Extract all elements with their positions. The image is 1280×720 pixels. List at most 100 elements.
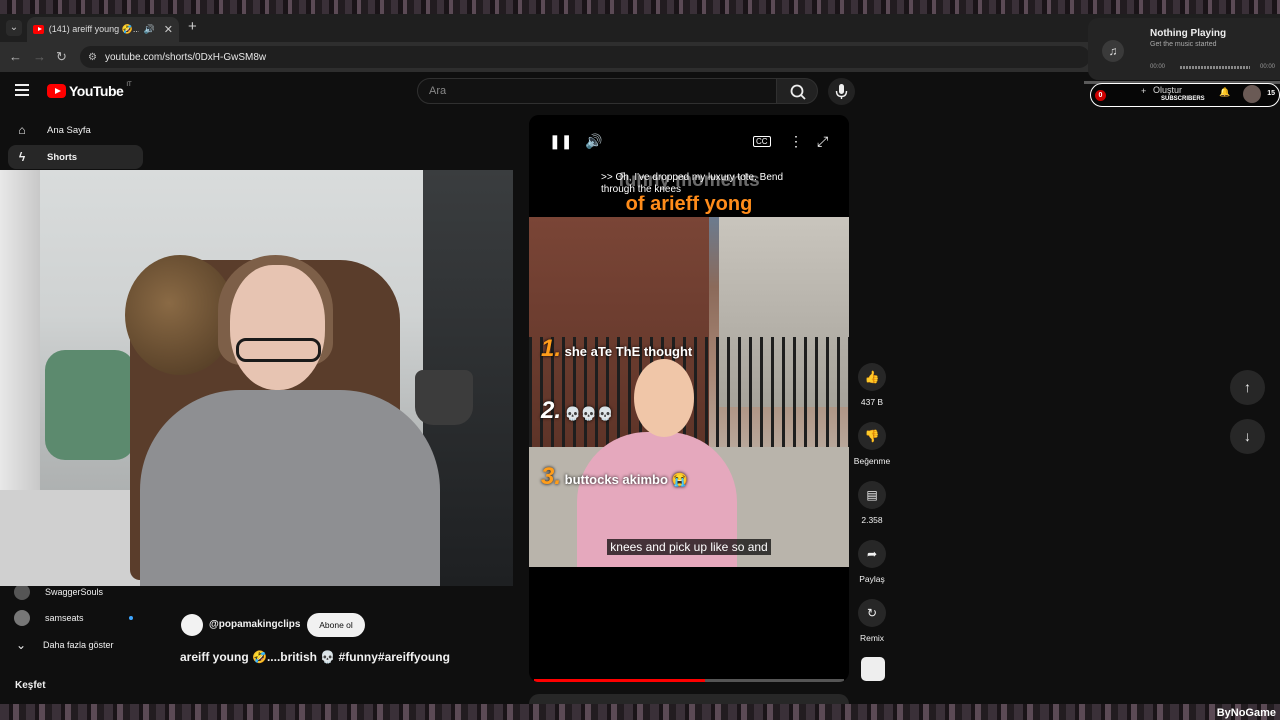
home-icon: ⌂ xyxy=(18,123,26,137)
music-time-start: 00:00 xyxy=(1150,64,1166,70)
list-item: 2. 💀💀💀 xyxy=(541,397,614,424)
hamburger-menu-icon[interactable] xyxy=(15,84,29,96)
remix-label: Remix xyxy=(859,633,885,643)
music-widget: ♫ Nothing Playing Get the music started … xyxy=(1088,18,1280,80)
create-plus-icon[interactable]: + xyxy=(1141,86,1146,96)
logo-text: YouTube xyxy=(69,83,124,99)
overlay-subtitle: of arieff yong xyxy=(625,193,753,215)
dislike-label: Beğenme xyxy=(853,456,891,466)
more-options-icon[interactable]: ⋮ xyxy=(789,133,803,150)
share-label: Paylaş xyxy=(859,574,885,584)
search-button[interactable] xyxy=(776,78,818,104)
top-noise-border xyxy=(0,0,1280,14)
avatar xyxy=(14,610,30,626)
subscriber-counter-overlay: 0 + Oluştur SUBSCRIBERS 🔔 15 xyxy=(1090,83,1280,107)
account-avatar[interactable] xyxy=(1243,85,1261,103)
shorts-player[interactable]: funny moments of arieff yong >> Oh, I've… xyxy=(529,115,849,682)
youtube-play-icon xyxy=(47,84,66,98)
video-frame: 1. she aTe ThE thought 2. 💀💀💀 3. buttock… xyxy=(529,217,849,567)
video-progress-bar[interactable] xyxy=(534,679,844,682)
comment-icon: ▤ xyxy=(858,481,886,509)
subscription-label: samseats xyxy=(45,613,84,623)
create-button-label[interactable]: Oluştur xyxy=(1153,85,1182,95)
watermark: ByNoGame xyxy=(1216,707,1276,719)
search-icon xyxy=(790,84,806,100)
music-progress-bar xyxy=(1180,66,1250,69)
captions-icon[interactable]: CC xyxy=(753,136,771,147)
tab-title: (141) areiff young 🤣....briti xyxy=(48,24,139,34)
browser-tab[interactable]: (141) areiff young 🤣....briti 🔊 ✕ xyxy=(27,17,179,42)
sidebar-item-shorts[interactable]: ϟ Shorts xyxy=(8,145,143,169)
sidebar-item-label: Shorts xyxy=(47,151,78,163)
chevron-down-icon: ⌄ xyxy=(15,638,27,652)
bottom-noise-border xyxy=(0,704,1280,720)
video-title: areiff young 🤣....british 💀 #funny#areif… xyxy=(180,650,450,664)
glasses xyxy=(236,338,321,362)
volume-icon[interactable]: 🔊 xyxy=(585,133,602,150)
voice-search-button[interactable] xyxy=(828,78,855,105)
like-count: 437 B xyxy=(860,397,884,407)
comments-button[interactable]: ▤ 2.358 xyxy=(852,481,892,525)
youtube-logo[interactable]: YouTube IT xyxy=(47,82,132,99)
url-field[interactable]: ⚙ youtube.com/shorts/0DxH-GwSM8w xyxy=(80,46,1090,68)
remix-icon: ↻ xyxy=(858,599,886,627)
share-icon: ➦ xyxy=(858,540,886,568)
subscribers-label: SUBSCRIBERS xyxy=(1161,96,1205,102)
streamer-body xyxy=(140,390,440,586)
notification-bell-icon[interactable]: 🔔 xyxy=(1219,87,1230,98)
share-button[interactable]: ➦ Paylaş xyxy=(852,540,892,584)
search-input[interactable]: Ara xyxy=(417,78,777,104)
url-text: youtube.com/shorts/0DxH-GwSM8w xyxy=(104,51,267,63)
dislike-button[interactable]: 👎 Beğenme xyxy=(852,422,892,466)
music-title: Nothing Playing xyxy=(1150,28,1227,39)
like-button[interactable]: 👍 437 B xyxy=(852,363,892,407)
tab-list-button[interactable]: ⌄ xyxy=(6,20,22,36)
next-short-button[interactable]: ↓ xyxy=(1230,419,1265,454)
thumbs-down-icon: 👎 xyxy=(858,422,886,450)
show-more-button[interactable]: ⌄ Daha fazla göster xyxy=(8,634,143,656)
left-counter: 0 xyxy=(1095,90,1106,101)
sidebar-item-label: Ana Sayfa xyxy=(47,124,91,136)
thumbs-up-icon: 👍 xyxy=(858,363,886,391)
forward-icon[interactable]: → xyxy=(33,49,46,64)
youtube-favicon-icon xyxy=(33,25,44,34)
list-item: 3. buttocks akimbo 😭 xyxy=(541,463,688,490)
video-progress-fill xyxy=(534,679,705,682)
previous-short-button[interactable]: ↑ xyxy=(1230,370,1265,405)
remix-button[interactable]: ↻ Remix xyxy=(852,599,892,643)
caption-top: >> Oh, I've dropped my luxury tote. Bend… xyxy=(599,172,799,196)
streamer-face xyxy=(230,265,325,390)
subscription-label: SwaggerSouls xyxy=(45,587,104,597)
country-code: IT xyxy=(126,82,132,88)
back-icon[interactable]: ← xyxy=(9,49,22,64)
video-top-band: funny moments of arieff yong >> Oh, I've… xyxy=(529,115,849,217)
pillow xyxy=(45,350,135,460)
webcam-overlay xyxy=(0,170,513,586)
site-settings-icon[interactable]: ⚙ xyxy=(88,52,97,63)
shorts-icon: ϟ xyxy=(18,150,26,164)
music-time-end: 00:00 xyxy=(1260,64,1276,70)
new-content-dot xyxy=(129,616,133,620)
subscription-samseats[interactable]: samseats xyxy=(8,607,143,629)
close-icon[interactable]: ✕ xyxy=(164,23,173,36)
new-tab-button[interactable]: + xyxy=(188,18,197,35)
music-subtitle: Get the music started xyxy=(1150,41,1217,48)
fullscreen-icon[interactable]: ⤢ xyxy=(817,133,828,150)
person-face xyxy=(634,359,694,437)
reload-icon[interactable]: ↻ xyxy=(56,49,67,65)
speaker-icon[interactable]: 🔊 xyxy=(144,24,155,35)
channel-thumbnail[interactable] xyxy=(861,657,885,681)
comment-count: 2.358 xyxy=(861,515,883,525)
mug xyxy=(415,370,473,425)
list-item: 1. she aTe ThE thought xyxy=(541,335,693,362)
avatar xyxy=(14,584,30,600)
explore-heading: Keşfet xyxy=(15,680,46,691)
right-counter: 15 xyxy=(1267,90,1275,97)
pause-icon[interactable]: ❚❚ xyxy=(549,133,572,150)
sidebar-item-home[interactable]: ⌂ Ana Sayfa xyxy=(8,118,143,142)
channel-avatar[interactable] xyxy=(181,614,203,636)
subscribe-button[interactable]: Abone ol xyxy=(307,613,365,637)
channel-handle[interactable]: @popamakingclips xyxy=(209,619,300,630)
music-note-icon: ♫ xyxy=(1102,40,1124,62)
microphone-icon xyxy=(835,84,848,99)
